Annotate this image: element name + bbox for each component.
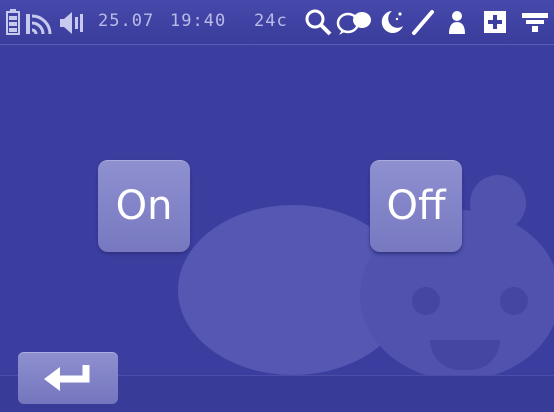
off-button[interactable]: Off <box>370 160 462 252</box>
moon-icon[interactable] <box>378 8 406 36</box>
status-date: 25.07 <box>98 11 155 31</box>
battery-icon <box>6 8 20 36</box>
main-area: On Off <box>0 45 554 375</box>
status-time: 19:40 <box>170 11 227 31</box>
plus-box-icon[interactable] <box>482 8 508 36</box>
person-icon[interactable] <box>446 8 468 36</box>
device-screen: 25.07 19:40 24c On Off <box>0 0 554 412</box>
signal-icon <box>24 8 54 36</box>
background-eye-left <box>412 287 440 315</box>
pen-icon[interactable] <box>410 8 436 36</box>
back-button[interactable] <box>18 352 118 404</box>
on-button[interactable]: On <box>98 160 190 252</box>
background-antenna <box>470 175 526 231</box>
return-arrow-icon <box>38 361 98 395</box>
status-bar: 25.07 19:40 24c <box>0 0 554 45</box>
status-temperature: 24c <box>254 11 288 31</box>
speaker-icon <box>58 8 84 36</box>
chat-bubble-icon[interactable] <box>336 8 372 36</box>
search-icon[interactable] <box>304 8 332 36</box>
menu-icon[interactable] <box>520 8 550 36</box>
background-eye-right <box>500 287 528 315</box>
